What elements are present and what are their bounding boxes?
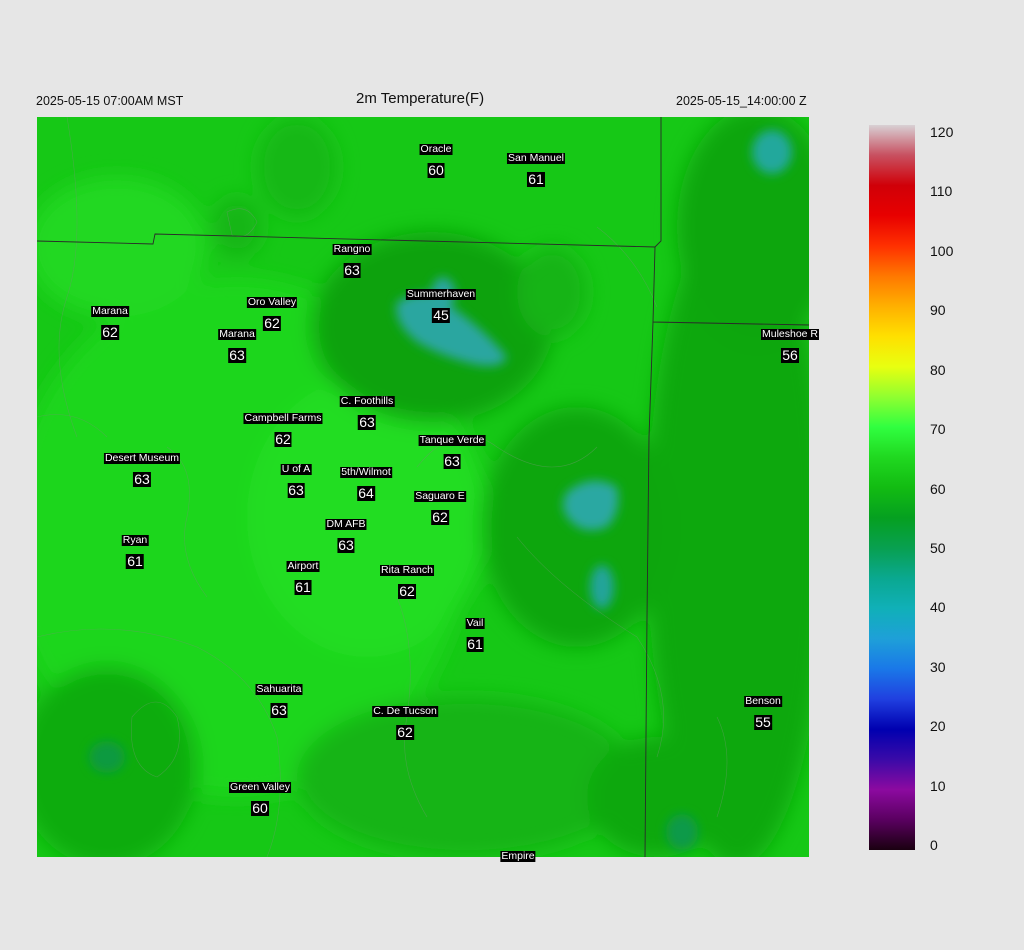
station-c-de-tucson: C. De Tucson 62 (372, 701, 438, 740)
station-temperature: 62 (431, 509, 449, 525)
station-name: Vail (465, 617, 485, 629)
colorbar-tick-label: 50 (930, 539, 946, 556)
station-name: C. Foothills (339, 395, 395, 407)
colorbar-tick-label: 10 (930, 777, 946, 794)
station-temperature: 60 (251, 800, 269, 816)
station-name: Desert Museum (103, 452, 181, 464)
station-sahuarita: Sahuarita 63 (255, 679, 303, 718)
station-temperature: 63 (343, 262, 361, 278)
valid-time-utc: 2025-05-15_14:00:00 Z (676, 94, 807, 108)
station-benson: Benson 55 (744, 691, 782, 730)
station-temperature: 63 (270, 702, 288, 718)
station-temperature: 56 (781, 347, 799, 363)
station-name: Green Valley (229, 781, 291, 793)
station-temperature: 63 (133, 471, 151, 487)
station-temperature: 62 (396, 724, 414, 740)
colorbar-tick-label: 90 (930, 302, 946, 319)
station-temperature: 61 (294, 579, 312, 595)
station-campbell-farms: Campbell Farms 62 (243, 408, 323, 447)
colorbar-gradient (869, 125, 915, 850)
colorbar-tick-label: 100 (930, 242, 954, 259)
station-marana-west: Marana 62 (91, 301, 129, 340)
station-muleshoe: Muleshoe R 56 (760, 324, 820, 363)
station-temperature: 61 (527, 171, 545, 187)
station-name: Summerhaven (405, 288, 477, 300)
station-name: Ryan (121, 534, 149, 546)
colorbar-tick-label: 30 (930, 658, 946, 675)
station-empire: Empire (500, 846, 536, 864)
station-name: Sahuarita (255, 683, 303, 695)
station-name: Airport (286, 560, 320, 572)
station-temperature: 63 (337, 537, 355, 553)
station-name: Rita Ranch (380, 564, 434, 576)
station-name: 5th/Wilmot (340, 466, 392, 478)
station-temperature: 64 (357, 485, 375, 501)
colorbar-tick-label: 0 (930, 837, 938, 853)
station-temperature: 60 (427, 162, 445, 178)
station-name: Marana (91, 305, 129, 317)
station-name: Oro Valley (246, 296, 298, 308)
station-temperature: 61 (466, 636, 484, 652)
station-temperature: 62 (263, 315, 281, 331)
map-title: 2m Temperature(F) (356, 90, 485, 107)
colorbar-tick-label: 70 (930, 421, 946, 438)
station-name: Tanque Verde (418, 434, 486, 446)
station-name: Rangno (332, 243, 372, 255)
station-temperature: 45 (432, 307, 450, 323)
station-name: DM AFB (325, 518, 367, 530)
station-temperature: 63 (287, 482, 305, 498)
station-name: Campbell Farms (243, 412, 323, 424)
station-name: Muleshoe R (760, 328, 820, 340)
station-temperature: 63 (358, 414, 376, 430)
station-rangno: Rangno 63 (332, 239, 372, 278)
station-u-of-a: U of A 63 (280, 459, 312, 498)
colorbar-tick-label: 40 (930, 599, 946, 616)
station-5th-wilmot: 5th/Wilmot 64 (340, 462, 392, 501)
station-name: Marana (218, 328, 256, 340)
colorbar-tick-label: 120 (930, 124, 954, 140)
station-name: Oracle (419, 143, 453, 155)
station-tanque-verde: Tanque Verde 63 (418, 430, 486, 469)
valid-time-local: 2025-05-15 07:00AM MST (36, 94, 184, 108)
station-temperature: 63 (228, 347, 246, 363)
station-name: San Manuel (506, 152, 566, 164)
station-temperature: 61 (126, 553, 144, 569)
station-c-foothills: C. Foothills 63 (339, 391, 395, 430)
station-temperature: 63 (443, 453, 461, 469)
colorbar-tick-label: 80 (930, 361, 946, 378)
station-vail: Vail 61 (465, 613, 485, 652)
station-summerhaven: Summerhaven 45 (405, 284, 477, 323)
station-desert-museum: Desert Museum 63 (103, 448, 181, 487)
station-name: U of A (280, 463, 312, 475)
station-temperature: 62 (274, 431, 292, 447)
colorbar-tick-label: 110 (930, 183, 953, 200)
station-green-valley: Green Valley 60 (229, 777, 291, 816)
station-name: C. De Tucson (372, 705, 438, 717)
station-temperature: 62 (101, 324, 119, 340)
station-name: Saguaro E (414, 490, 466, 502)
station-temperature: 62 (398, 583, 416, 599)
station-name: Empire (500, 850, 536, 862)
colorbar-tick-label: 20 (930, 718, 946, 735)
temperature-colorbar (869, 125, 915, 850)
station-rita-ranch: Rita Ranch 62 (380, 560, 434, 599)
colorbar-tick-label: 60 (930, 480, 946, 497)
station-saguaro-e: Saguaro E 62 (414, 486, 466, 525)
station-oracle: Oracle 60 (419, 139, 453, 178)
station-temperature: 55 (754, 714, 772, 730)
station-san-manuel: San Manuel 61 (506, 148, 566, 187)
station-dm-afb: DM AFB 63 (325, 514, 367, 553)
station-name: Benson (744, 695, 782, 707)
station-airport: Airport 61 (286, 556, 320, 595)
station-ryan: Ryan 61 (121, 530, 149, 569)
station-marana: Marana 63 (218, 324, 256, 363)
